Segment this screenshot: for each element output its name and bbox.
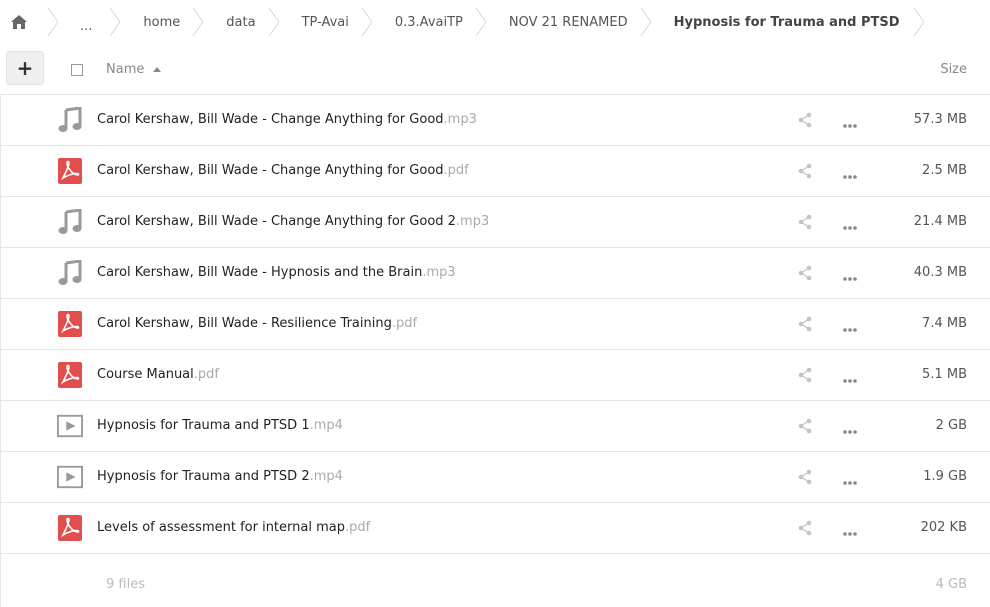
more-options-icon[interactable] — [842, 169, 858, 179]
file-name[interactable]: Hypnosis for Trauma and PTSD 1.mp4 — [97, 418, 343, 433]
music-note-icon — [57, 260, 83, 286]
file-basename: Carol Kershaw, Bill Wade - Change Anythi… — [97, 112, 444, 127]
file-name[interactable]: Levels of assessment for internal map.pd… — [97, 520, 370, 535]
sort-by-name[interactable]: Name — [106, 62, 162, 77]
video-play-icon — [57, 464, 83, 490]
file-basename: Hypnosis for Trauma and PTSD 2 — [97, 469, 310, 484]
file-basename: Carol Kershaw, Bill Wade - Resilience Tr… — [97, 316, 392, 331]
file-extension: .pdf — [193, 367, 219, 382]
more-options-icon[interactable] — [842, 118, 858, 128]
file-size: 202 KB — [920, 520, 967, 535]
share-icon[interactable] — [797, 265, 813, 281]
more-options-icon[interactable] — [842, 475, 858, 485]
file-row[interactable]: Carol Kershaw, Bill Wade - Change Anythi… — [0, 197, 990, 248]
home-icon — [11, 15, 27, 29]
share-icon[interactable] — [797, 112, 813, 128]
breadcrumb-item-home[interactable]: home — [120, 0, 204, 44]
file-extension: .mp4 — [309, 418, 343, 433]
file-row[interactable]: Carol Kershaw, Bill Wade - Change Anythi… — [0, 146, 990, 197]
file-row[interactable]: Course Manual.pdf 5.1 MB — [0, 350, 990, 401]
file-row[interactable]: Hypnosis for Trauma and PTSD 2.mp4 1.9 GB — [0, 452, 990, 503]
file-basename: Hypnosis for Trauma and PTSD 1 — [97, 418, 310, 433]
file-name[interactable]: Carol Kershaw, Bill Wade - Change Anythi… — [97, 163, 469, 178]
file-row[interactable]: Levels of assessment for internal map.pd… — [0, 503, 990, 554]
file-row[interactable]: Carol Kershaw, Bill Wade - Resilience Tr… — [0, 299, 990, 350]
file-extension: .mp3 — [455, 214, 490, 229]
file-list: Carol Kershaw, Bill Wade - Change Anythi… — [0, 95, 990, 554]
more-options-icon[interactable] — [842, 424, 858, 434]
name-column-label: Name — [106, 62, 145, 77]
file-extension: .pdf — [443, 163, 469, 178]
pdf-icon — [57, 362, 83, 388]
share-icon[interactable] — [797, 316, 813, 332]
breadcrumb-item-tp-avai[interactable]: TP-Avai — [279, 0, 373, 44]
breadcrumb-item-data[interactable]: data — [203, 0, 279, 44]
share-icon[interactable] — [797, 418, 813, 434]
file-size: 1.9 GB — [923, 469, 967, 484]
file-size: 57.3 MB — [913, 112, 967, 127]
file-extension: .mp3 — [422, 265, 456, 280]
file-size: 21.4 MB — [913, 214, 967, 229]
share-icon[interactable] — [797, 163, 813, 179]
more-options-icon[interactable] — [842, 322, 858, 332]
breadcrumb-ellipsis[interactable]: ... — [58, 0, 121, 44]
file-size: 5.1 MB — [922, 367, 967, 382]
music-note-icon — [57, 107, 83, 133]
file-extension: .mp4 — [309, 469, 343, 484]
video-play-icon — [57, 413, 83, 439]
file-name[interactable]: Course Manual.pdf — [97, 367, 219, 382]
more-options-icon[interactable] — [842, 271, 858, 281]
sort-ascending-icon — [153, 67, 162, 72]
file-basename: Carol Kershaw, Bill Wade - Change Anythi… — [97, 214, 456, 229]
pdf-icon — [57, 311, 83, 337]
file-size: 40.3 MB — [913, 265, 967, 280]
file-name[interactable]: Carol Kershaw, Bill Wade - Change Anythi… — [97, 112, 477, 127]
file-count: 9 files — [106, 577, 145, 592]
breadcrumb-home[interactable] — [0, 0, 58, 44]
file-name[interactable]: Carol Kershaw, Bill Wade - Change Anythi… — [97, 214, 489, 229]
file-basename: Course Manual — [97, 367, 194, 382]
file-extension: .pdf — [344, 520, 371, 535]
file-basename: Levels of assessment for internal map — [97, 520, 345, 535]
file-row[interactable]: Carol Kershaw, Bill Wade - Hypnosis and … — [0, 248, 990, 299]
file-size: 2 GB — [935, 418, 967, 433]
file-name[interactable]: Hypnosis for Trauma and PTSD 2.mp4 — [97, 469, 343, 484]
breadcrumb-item-nov21[interactable]: NOV 21 RENAMED — [486, 0, 651, 44]
total-size: 4 GB — [935, 577, 967, 592]
more-options-icon[interactable] — [842, 220, 858, 230]
file-basename: Carol Kershaw, Bill Wade - Hypnosis and … — [97, 265, 423, 280]
share-icon[interactable] — [797, 520, 813, 536]
file-name[interactable]: Carol Kershaw, Bill Wade - Hypnosis and … — [97, 265, 456, 280]
file-extension: .mp3 — [443, 112, 477, 127]
more-options-icon[interactable] — [842, 526, 858, 536]
file-name[interactable]: Carol Kershaw, Bill Wade - Resilience Tr… — [97, 316, 417, 331]
pdf-icon — [57, 515, 83, 541]
file-size: 2.5 MB — [922, 163, 967, 178]
file-row[interactable]: Carol Kershaw, Bill Wade - Change Anythi… — [0, 95, 990, 146]
sort-by-size[interactable]: Size — [940, 62, 967, 77]
file-basename: Carol Kershaw, Bill Wade - Change Anythi… — [97, 163, 444, 178]
file-row[interactable]: Hypnosis for Trauma and PTSD 1.mp4 2 GB — [0, 401, 990, 452]
file-size: 7.4 MB — [922, 316, 967, 331]
share-icon[interactable] — [797, 367, 813, 383]
file-list-summary: 9 files 4 GB — [0, 556, 990, 607]
more-options-icon[interactable] — [842, 373, 858, 383]
add-button[interactable]: + — [6, 51, 44, 85]
share-icon[interactable] — [797, 469, 813, 485]
file-extension: .pdf — [391, 316, 418, 331]
share-icon[interactable] — [797, 214, 813, 230]
breadcrumb-item-avaitp[interactable]: 0.3.AvaiTP — [372, 0, 486, 44]
breadcrumb-current[interactable]: Hypnosis for Trauma and PTSD — [651, 0, 924, 44]
music-note-icon — [57, 209, 83, 235]
select-all-checkbox[interactable] — [71, 64, 83, 76]
file-list-header: + Name Size — [0, 44, 990, 95]
pdf-icon — [57, 158, 83, 184]
breadcrumb: ... home data TP-Avai 0.3.AvaiTP NOV 21 … — [0, 0, 990, 44]
